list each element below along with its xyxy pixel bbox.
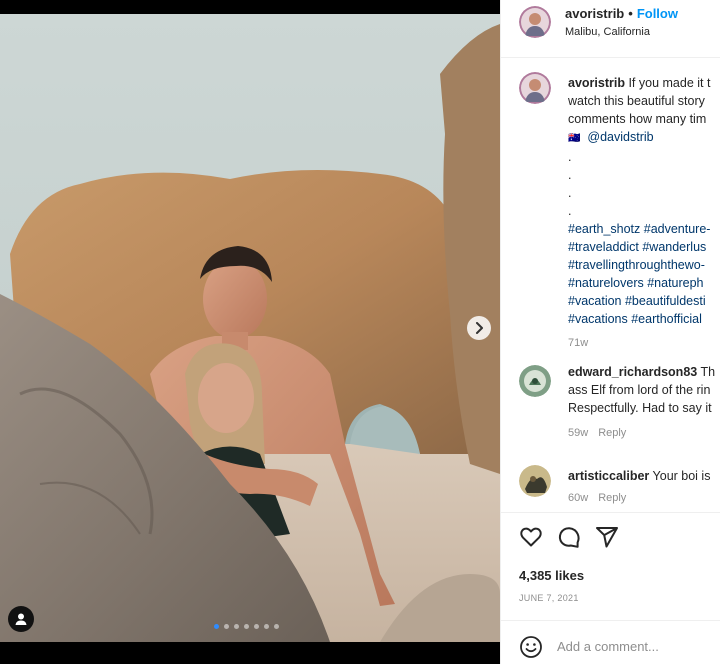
avatar-image — [519, 6, 551, 38]
hashtag-line[interactable]: #travellingthroughthewo- — [568, 256, 720, 274]
reply-button[interactable]: Reply — [598, 427, 626, 439]
comment-line: edward_richardson83 Th — [568, 363, 720, 381]
share-icon — [596, 527, 618, 548]
comment-text: artisticcaliber Your boi is — [568, 467, 720, 485]
bottom-black-bar — [0, 642, 500, 664]
post-actions: 4,385 likes JUNE 7, 2021 — [501, 512, 720, 664]
comment-text: edward_richardson83 Th ass Elf from lord… — [568, 363, 720, 417]
hashtag-line[interactable]: #naturelovers #natureph — [568, 274, 720, 292]
caption-age[interactable]: 71w — [568, 334, 720, 352]
emoji-button[interactable] — [519, 635, 543, 659]
post-date[interactable]: JUNE 7, 2021 — [519, 593, 579, 603]
add-comment-input[interactable] — [557, 635, 717, 657]
caption-line: watch this beautiful story — [568, 94, 705, 108]
post-side-panel: avoristrib • Follow Malibu, California avo… — [500, 0, 720, 664]
carousel-dot[interactable] — [224, 624, 229, 629]
author-username[interactable]: avoristrib — [565, 6, 624, 21]
post-image — [0, 14, 500, 642]
share-button[interactable] — [595, 525, 619, 549]
commenter-avatar[interactable] — [519, 365, 551, 397]
avatar-image — [519, 365, 551, 397]
caption-dot: . — [568, 168, 572, 182]
caption-username[interactable]: avoristrib — [568, 76, 625, 90]
hashtag-line[interactable]: #vacations #earthofficial — [568, 310, 720, 328]
reply-button[interactable]: Reply — [598, 492, 626, 504]
caption-line: comments how many tim — [568, 112, 707, 126]
comment-line: artisticcaliber Your boi is — [568, 467, 720, 485]
caption-line-text: If you made it t — [628, 76, 711, 90]
carousel-next-button[interactable] — [467, 316, 491, 340]
mention-link[interactable]: @davidstrib — [587, 130, 653, 144]
follow-button[interactable]: Follow — [637, 6, 678, 21]
header-user-line: avoristrib • Follow — [565, 6, 678, 21]
comment-line-text: Your boi is — [652, 469, 711, 483]
caption-dot: . — [568, 186, 572, 200]
carousel-dot[interactable] — [264, 624, 269, 629]
caption-dot: . — [568, 150, 572, 164]
flag-emoji: 🇦🇺 — [568, 133, 581, 144]
hashtag-line[interactable]: #earth_shotz #adventure- — [568, 220, 720, 238]
comment-icon — [558, 527, 580, 548]
carousel-dot[interactable] — [254, 624, 259, 629]
comment-meta: 60w Reply — [568, 492, 636, 504]
caption-text: avoristrib If you made it t watch this b… — [568, 74, 720, 352]
caption-author-avatar[interactable] — [519, 72, 551, 104]
commenter-username[interactable]: edward_richardson83 — [568, 365, 697, 379]
author-avatar[interactable] — [519, 6, 551, 38]
caption-line: avoristrib If you made it t — [568, 74, 720, 92]
comment-age[interactable]: 60w — [568, 492, 588, 504]
separator-dot: • — [628, 6, 633, 21]
post-photo[interactable] — [0, 14, 500, 642]
carousel-indicator — [214, 624, 279, 629]
caption-line: 🇦🇺 @davidstrib — [568, 128, 720, 148]
caption-dot: . — [568, 204, 572, 218]
action-icons — [519, 525, 619, 549]
heart-icon — [520, 527, 542, 547]
commenter-avatar[interactable] — [519, 465, 551, 497]
chevron-right-icon — [476, 322, 483, 334]
hashtag-line[interactable]: #traveladdict #wanderlus — [568, 238, 720, 256]
user-icon — [15, 613, 27, 625]
carousel-dot[interactable] — [274, 624, 279, 629]
carousel-dot[interactable] — [214, 624, 219, 629]
add-comment-row — [501, 620, 720, 664]
hashtag-line[interactable]: #vacation #beautifuldesti — [568, 292, 720, 310]
tagged-users-button[interactable] — [8, 606, 34, 632]
instagram-post-view: avoristrib • Follow Malibu, California avo… — [0, 0, 720, 664]
post-location[interactable]: Malibu, California — [565, 26, 650, 38]
avatar-image — [519, 72, 551, 104]
comment-meta: 59w Reply — [568, 427, 636, 439]
like-button[interactable] — [519, 525, 543, 549]
top-black-bar — [0, 0, 500, 14]
like-count[interactable]: 4,385 likes — [519, 568, 584, 583]
comment-line: Respectfully. Had to say it — [568, 401, 712, 415]
commenter-username[interactable]: artisticcaliber — [568, 469, 649, 483]
post-header: avoristrib • Follow Malibu, California — [501, 0, 720, 58]
avatar-image — [519, 465, 551, 497]
carousel-dot[interactable] — [244, 624, 249, 629]
comment-age[interactable]: 59w — [568, 427, 588, 439]
comment-line-text: Th — [700, 365, 716, 379]
carousel-dot[interactable] — [234, 624, 239, 629]
emoji-icon — [520, 636, 542, 658]
comment-button[interactable] — [557, 525, 581, 549]
comment-line: ass Elf from lord of the rin — [568, 383, 711, 397]
